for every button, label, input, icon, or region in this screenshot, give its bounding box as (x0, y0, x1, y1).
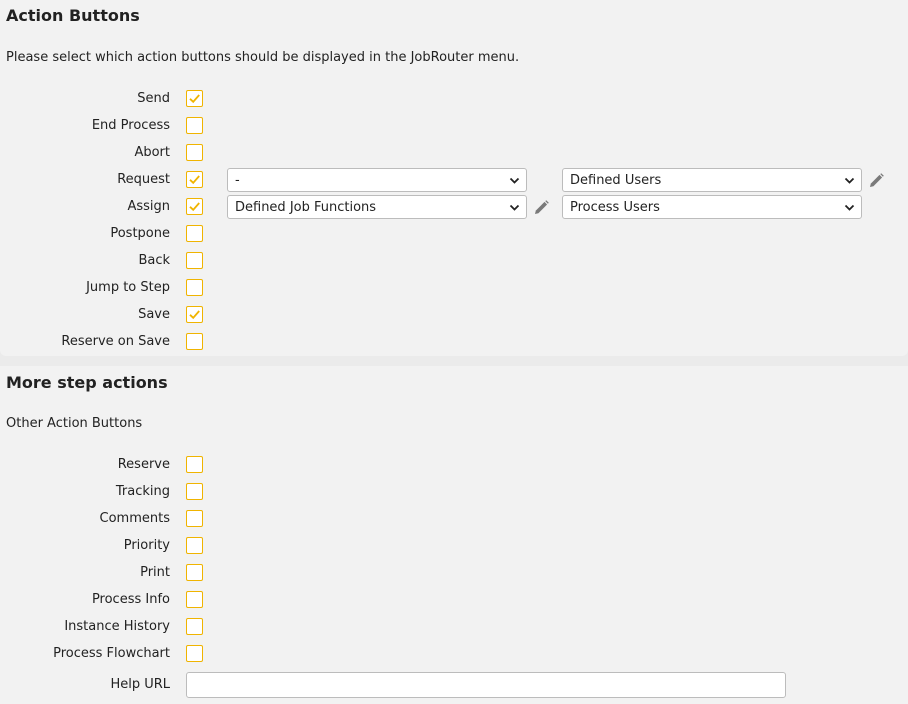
instance-history-label: Instance History (64, 619, 170, 634)
process-flowchart-label: Process Flowchart (53, 646, 170, 661)
row-assign: Assign Defined Job Functions Process Use… (0, 195, 908, 219)
section-title: More step actions (6, 373, 168, 392)
section-description: Other Action Buttons (6, 416, 143, 431)
request-job-function-select[interactable]: - (227, 168, 527, 192)
checkmark-icon (189, 202, 200, 212)
row-end-process: End Process (0, 115, 908, 137)
send-label: Send (137, 91, 170, 106)
row-tracking: Tracking (0, 481, 908, 503)
row-save: Save (0, 304, 908, 326)
jump-to-step-label: Jump to Step (86, 280, 170, 295)
row-jump-to-step: Jump to Step (0, 277, 908, 299)
process-info-label: Process Info (91, 592, 170, 607)
save-label: Save (138, 307, 170, 322)
row-process-info: Process Info (0, 589, 908, 611)
row-request: Request - Defined Users (0, 168, 908, 192)
tracking-checkbox[interactable] (186, 483, 203, 500)
row-help-url: Help URL (0, 672, 908, 698)
row-print: Print (0, 562, 908, 584)
postpone-label: Postpone (110, 226, 170, 241)
row-send: Send (0, 88, 908, 110)
section-title: Action Buttons (6, 6, 140, 25)
assign-users-value: Process Users (570, 200, 660, 215)
postpone-checkbox[interactable] (186, 225, 203, 242)
checkmark-icon (189, 310, 200, 320)
end-process-label: End Process (91, 118, 170, 133)
checkmark-icon (189, 175, 200, 185)
save-checkbox[interactable] (186, 306, 203, 323)
request-label: Request (117, 172, 170, 187)
row-postpone: Postpone (0, 223, 908, 245)
back-label: Back (138, 253, 170, 268)
jump-to-step-checkbox[interactable] (186, 279, 203, 296)
help-url-input[interactable] (186, 672, 786, 698)
row-priority: Priority (0, 535, 908, 557)
pencil-icon[interactable] (868, 172, 885, 189)
row-instance-history: Instance History (0, 616, 908, 638)
abort-label: Abort (134, 145, 170, 160)
abort-checkbox[interactable] (186, 144, 203, 161)
assign-label: Assign (127, 199, 170, 214)
row-back: Back (0, 250, 908, 272)
row-abort: Abort (0, 142, 908, 164)
chevron-down-icon (509, 204, 520, 211)
request-users-value: Defined Users (570, 173, 662, 188)
comments-checkbox[interactable] (186, 510, 203, 527)
send-checkbox[interactable] (186, 90, 203, 107)
print-checkbox[interactable] (186, 564, 203, 581)
print-label: Print (140, 565, 170, 580)
pencil-icon[interactable] (533, 199, 550, 216)
comments-label: Comments (99, 511, 170, 526)
request-checkbox[interactable] (186, 171, 203, 188)
end-process-checkbox[interactable] (186, 117, 203, 134)
chevron-down-icon (844, 177, 855, 184)
action-buttons-panel: Action Buttons Please select which actio… (0, 0, 908, 356)
tracking-label: Tracking (115, 484, 170, 499)
request-users-select[interactable]: Defined Users (562, 168, 862, 192)
row-reserve-on-save: Reserve on Save (0, 331, 908, 353)
instance-history-checkbox[interactable] (186, 618, 203, 635)
process-info-checkbox[interactable] (186, 591, 203, 608)
reserve-label: Reserve (117, 457, 170, 472)
more-step-actions-panel: More step actions Other Action Buttons R… (0, 366, 908, 704)
reserve-on-save-label: Reserve on Save (61, 334, 170, 349)
reserve-on-save-checkbox[interactable] (186, 333, 203, 350)
priority-label: Priority (123, 538, 170, 553)
help-url-label: Help URL (110, 677, 170, 692)
reserve-checkbox[interactable] (186, 456, 203, 473)
row-reserve: Reserve (0, 454, 908, 476)
priority-checkbox[interactable] (186, 537, 203, 554)
assign-checkbox[interactable] (186, 198, 203, 215)
row-comments: Comments (0, 508, 908, 530)
row-process-flowchart: Process Flowchart (0, 643, 908, 665)
assign-job-function-value: Defined Job Functions (235, 200, 377, 215)
checkmark-icon (189, 94, 200, 104)
assign-job-function-select[interactable]: Defined Job Functions (227, 195, 527, 219)
back-checkbox[interactable] (186, 252, 203, 269)
chevron-down-icon (509, 177, 520, 184)
assign-users-select[interactable]: Process Users (562, 195, 862, 219)
request-job-function-value: - (235, 173, 240, 188)
chevron-down-icon (844, 204, 855, 211)
section-description: Please select which action buttons shoul… (6, 50, 520, 65)
process-flowchart-checkbox[interactable] (186, 645, 203, 662)
